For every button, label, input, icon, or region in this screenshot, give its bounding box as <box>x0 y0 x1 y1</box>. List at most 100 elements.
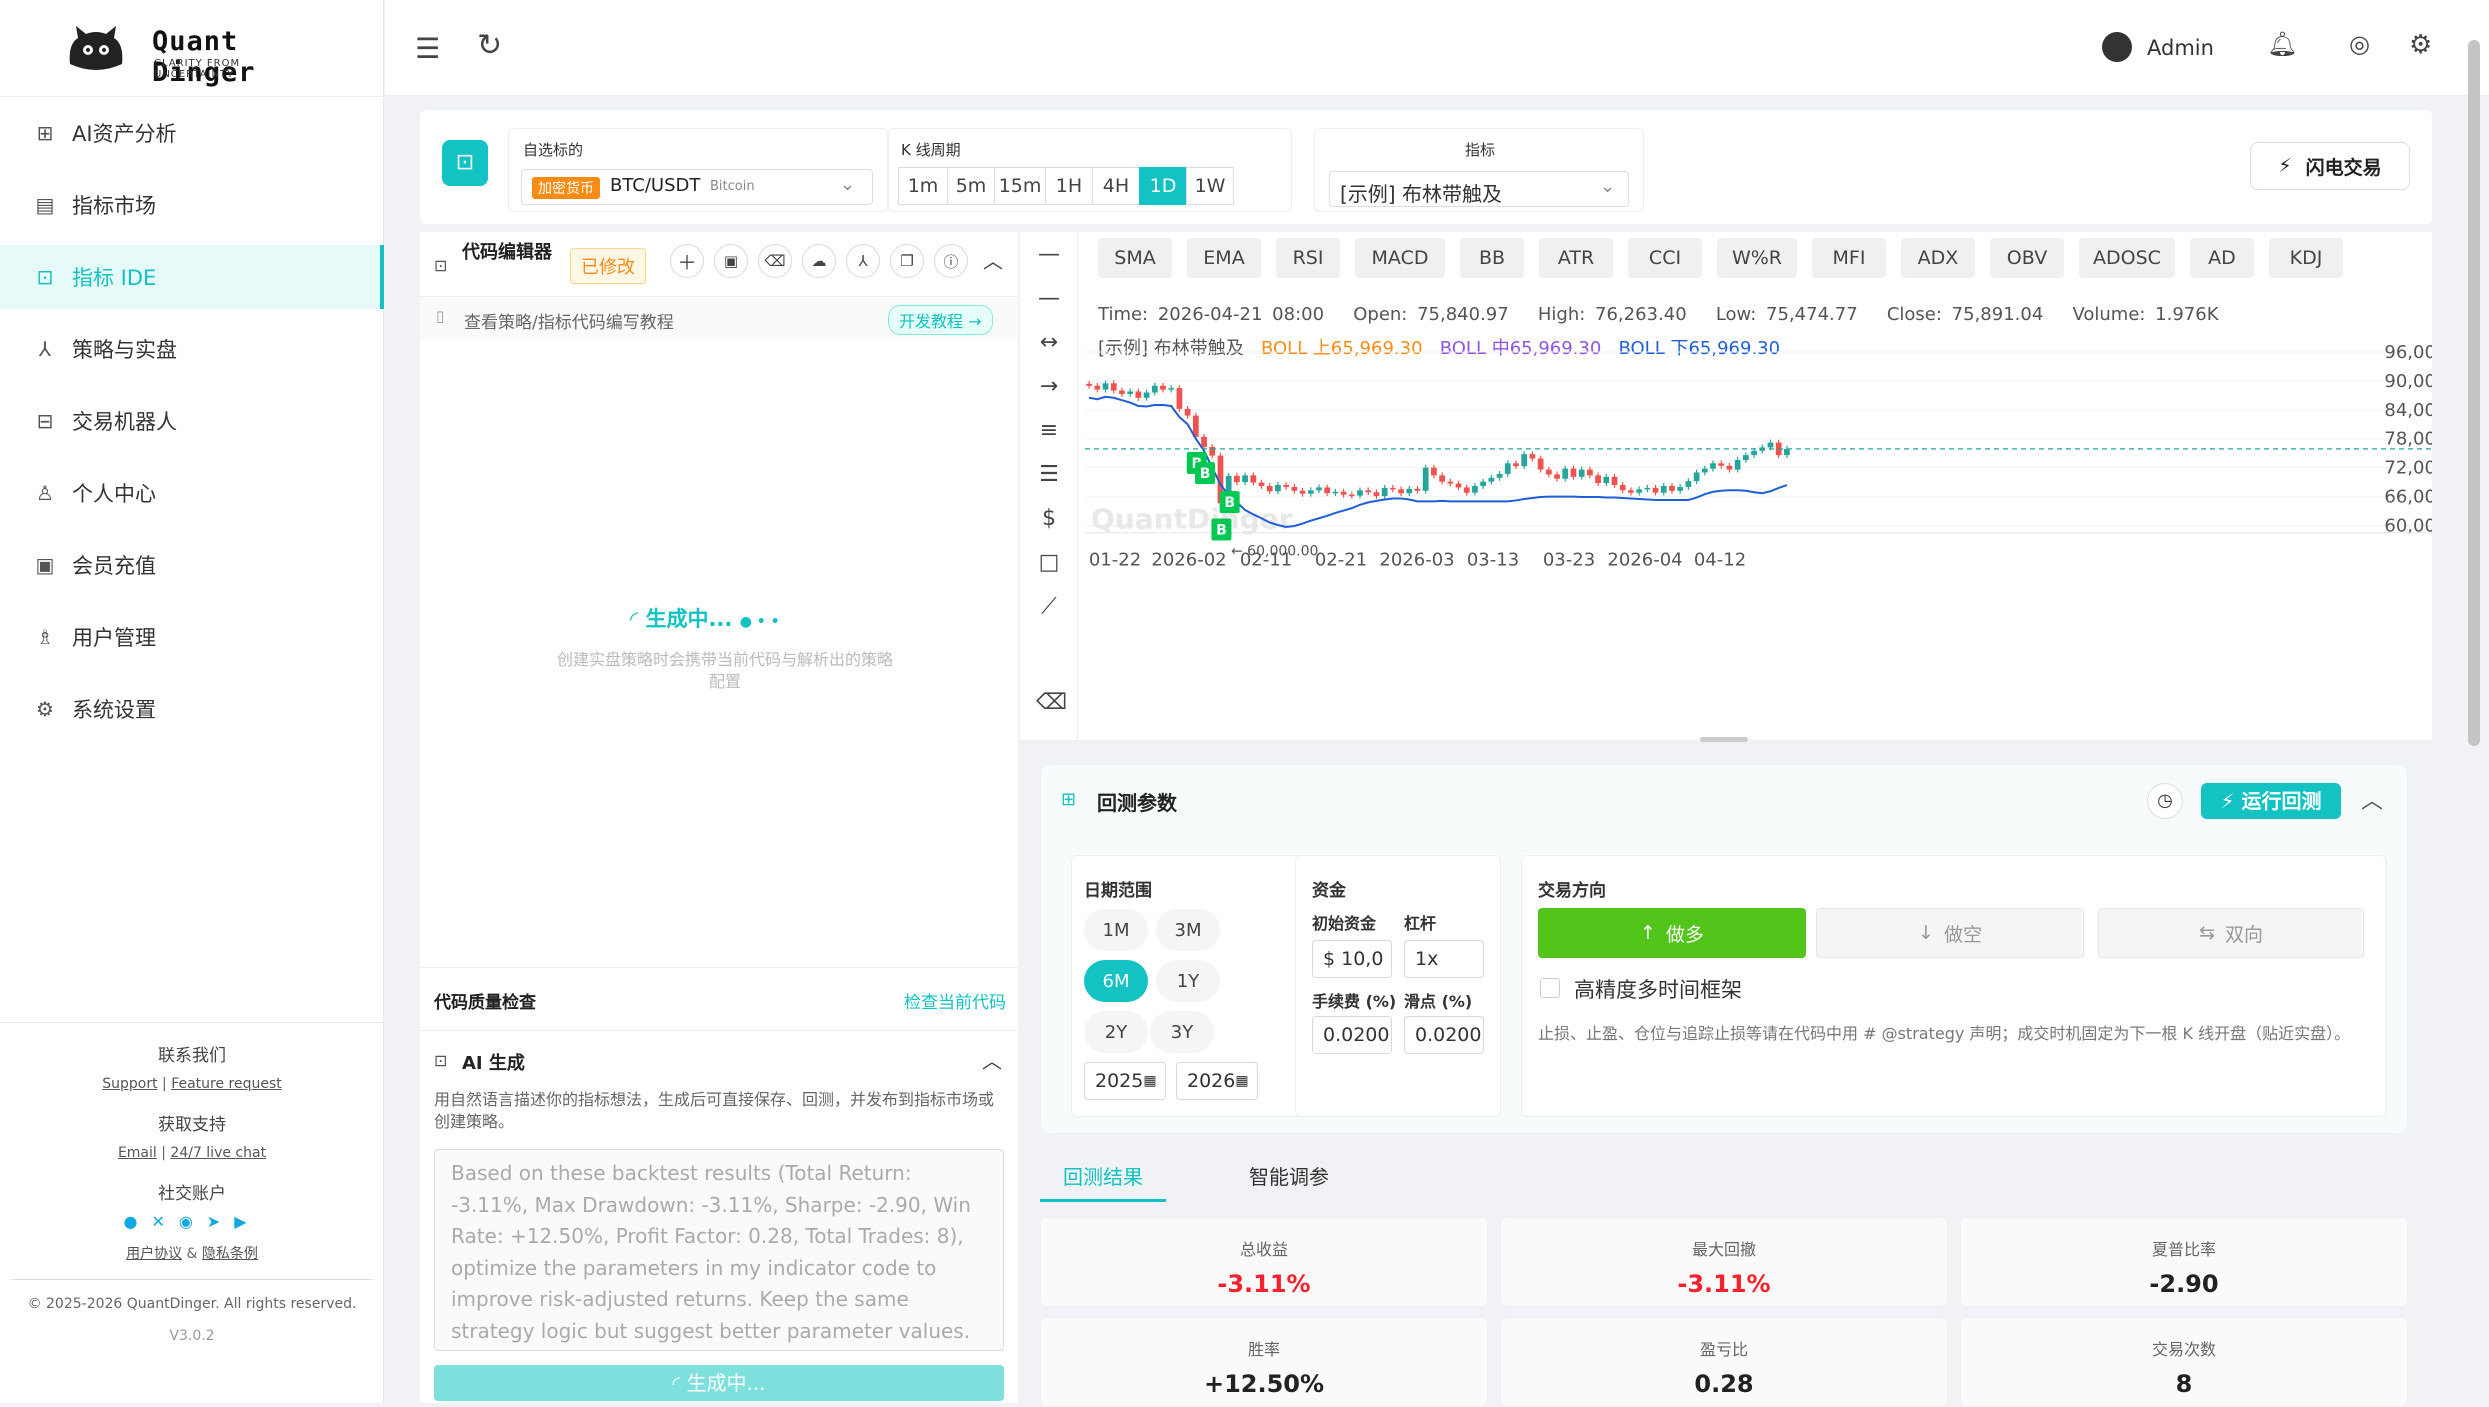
history-icon[interactable]: ◷ <box>2147 783 2183 819</box>
scrollbar[interactable] <box>2468 40 2480 746</box>
collapse-icon[interactable]: ︿ <box>978 244 1008 278</box>
price-chart[interactable]: 96,000.00 90,000.00 84,000.00 78,000.00 72,0… <box>1079 340 2432 740</box>
nav-user-management[interactable]: ♗ 用户管理 <box>0 605 384 669</box>
indicator-btn-kdj[interactable]: KDJ <box>2269 238 2343 278</box>
bell-icon[interactable]: 🔔︎ <box>2267 30 2297 58</box>
period-15m[interactable]: 15m <box>994 167 1046 205</box>
live-chat-link[interactable]: 24/7 live chat <box>170 1145 266 1161</box>
privacy-link[interactable]: 隐私条例 <box>202 1246 258 1262</box>
ai-generate-button[interactable]: ◜ 生成中... <box>434 1365 1004 1401</box>
avatar[interactable] <box>2102 32 2132 62</box>
chart-resize-handle[interactable] <box>1700 737 1748 742</box>
rectangle-icon[interactable]: □ <box>1036 550 1062 576</box>
nav-membership[interactable]: ▣ 会员充值 <box>0 533 384 597</box>
fib-icon[interactable]: ☰ <box>1036 462 1062 488</box>
initial-capital-input[interactable]: $ 10,0 <box>1312 940 1392 978</box>
horizontal-line-icon[interactable]: — <box>1036 242 1062 268</box>
symbol-select[interactable]: 加密货币 BTC/USDT Bitcoin ⌄ <box>521 169 873 205</box>
indicator-btn-bb[interactable]: BB <box>1460 238 1524 278</box>
check-code-link[interactable]: 检查当前代码 <box>904 988 1006 1013</box>
date-start-input[interactable]: 2025 ▦ <box>1084 1062 1166 1100</box>
tab-results[interactable]: 回测结果 <box>1040 1160 1166 1202</box>
branch-icon[interactable]: ⅄ <box>846 244 880 278</box>
period-1h[interactable]: 1H <box>1045 167 1093 205</box>
period-4h[interactable]: 4H <box>1092 167 1140 205</box>
telegram-icon[interactable]: ➤ <box>207 1212 234 1231</box>
support-link[interactable]: Support <box>102 1076 157 1092</box>
nav-indicator-market[interactable]: ▤ 指标市场 <box>0 173 384 237</box>
indicator-select[interactable]: [示例] 布林带触及 ⌄ <box>1329 171 1629 207</box>
range-icon[interactable]: ↔ <box>1036 330 1062 356</box>
flash-trade-button[interactable]: ⚡ 闪电交易 <box>2250 142 2410 190</box>
indicator-btn-cci[interactable]: CCI <box>1628 238 1702 278</box>
refresh-icon[interactable]: ↻ <box>477 28 502 63</box>
add-icon[interactable]: ＋ <box>670 244 704 278</box>
feature-request-link[interactable]: Feature request <box>171 1076 282 1092</box>
collapse-icon[interactable]: ︿ <box>2361 783 2383 815</box>
trash-icon[interactable]: ⌫ <box>758 244 792 278</box>
nav-indicator-ide[interactable]: ⊡ 指标 IDE <box>0 245 384 309</box>
range-2y[interactable]: 2Y <box>1084 1011 1148 1053</box>
indicator-btn-mfi[interactable]: MFI <box>1812 238 1886 278</box>
range-1y[interactable]: 1Y <box>1156 960 1220 1002</box>
line-icon[interactable]: — <box>1036 286 1062 312</box>
price-icon[interactable]: $ <box>1036 506 1062 532</box>
tab-smart-tune[interactable]: 智能调参 <box>1226 1160 1352 1202</box>
save-icon[interactable]: ▣ <box>714 244 748 278</box>
range-3m[interactable]: 3M <box>1156 909 1220 951</box>
delete-drawing-icon[interactable]: ⌫ <box>1036 690 1067 716</box>
arrow-icon[interactable]: → <box>1036 374 1062 400</box>
indicator-btn-sma[interactable]: SMA <box>1098 238 1172 278</box>
range-3y[interactable]: 3Y <box>1150 1011 1214 1053</box>
ai-prompt-input[interactable]: Based on these backtest results (Total R… <box>434 1149 1004 1351</box>
youtube-icon[interactable]: ▶ <box>234 1212 260 1231</box>
terms-link[interactable]: 用户协议 <box>126 1246 182 1262</box>
user-name[interactable]: Admin <box>2147 36 2214 60</box>
dev-tutorial-button[interactable]: 开发教程 → <box>888 305 993 335</box>
indicator-btn-macd[interactable]: MACD <box>1355 238 1445 278</box>
x-icon[interactable]: ✕ <box>151 1212 178 1231</box>
both-button[interactable]: ⇆ 双向 <box>2098 908 2364 958</box>
discord-icon[interactable]: ◉ <box>179 1212 207 1231</box>
brand-logo[interactable]: Quant Dinger CLARITY FROM UNCERTAINTY <box>64 22 324 88</box>
collapse-menu-icon[interactable]: ☰ <box>415 32 440 65</box>
range-1m[interactable]: 1M <box>1084 909 1148 951</box>
info-icon[interactable]: ⓘ <box>934 244 968 278</box>
fee-input[interactable]: 0.0200 <box>1312 1016 1392 1054</box>
github-icon[interactable]: ● <box>123 1212 151 1231</box>
period-1d[interactable]: 1D <box>1139 167 1187 205</box>
email-link[interactable]: Email <box>118 1145 157 1161</box>
indicator-btn-ema[interactable]: EMA <box>1187 238 1261 278</box>
nav-strategy[interactable]: ⅄ 策略与实盘 <box>0 317 384 381</box>
slippage-input[interactable]: 0.0200 <box>1404 1016 1484 1054</box>
nav-settings[interactable]: ⚙ 系统设置 <box>0 677 384 741</box>
nav-profile[interactable]: ♙ 个人中心 <box>0 461 384 525</box>
period-1m[interactable]: 1m <box>898 167 948 205</box>
upload-icon[interactable]: ☁ <box>802 244 836 278</box>
range-6m[interactable]: 6M <box>1084 960 1148 1002</box>
leverage-input[interactable]: 1x <box>1404 940 1484 978</box>
indicator-btn-adx[interactable]: ADX <box>1901 238 1975 278</box>
copy-icon[interactable]: ❐ <box>890 244 924 278</box>
nav-trading-bot[interactable]: ⊟ 交易机器人 <box>0 389 384 453</box>
trend-icon[interactable]: ⟋ <box>1036 594 1062 620</box>
indicator-btn-wr[interactable]: W%R <box>1717 238 1797 278</box>
indicator-btn-atr[interactable]: ATR <box>1539 238 1613 278</box>
code-area[interactable]: ◜ 生成中... ● • • 创建实盘策略时会携带当前代码与解析出的策略配置 <box>420 339 1018 939</box>
run-backtest-button[interactable]: ⚡ 运行回测 <box>2201 783 2341 819</box>
indicator-btn-adosc[interactable]: ADOSC <box>2079 238 2175 278</box>
high-precision-checkbox[interactable] <box>1540 978 1560 998</box>
collapse-icon[interactable]: ︿ <box>982 1045 1002 1074</box>
indicator-btn-ad[interactable]: AD <box>2190 238 2254 278</box>
channel-icon[interactable]: ≡ <box>1036 418 1062 444</box>
settings-icon[interactable]: ⚙ <box>2409 30 2432 60</box>
period-5m[interactable]: 5m <box>947 167 995 205</box>
nav-ai-analysis[interactable]: ⊞ AI资产分析 <box>0 101 384 165</box>
globe-icon[interactable]: ◎ <box>2349 30 2370 58</box>
date-end-input[interactable]: 2026 ▦ <box>1176 1062 1258 1100</box>
indicator-btn-obv[interactable]: OBV <box>1990 238 2064 278</box>
indicator-btn-rsi[interactable]: RSI <box>1276 238 1340 278</box>
period-1w[interactable]: 1W <box>1186 167 1234 205</box>
long-button[interactable]: ↑ 做多 <box>1538 908 1806 958</box>
short-button[interactable]: ↓ 做空 <box>1816 908 2084 958</box>
